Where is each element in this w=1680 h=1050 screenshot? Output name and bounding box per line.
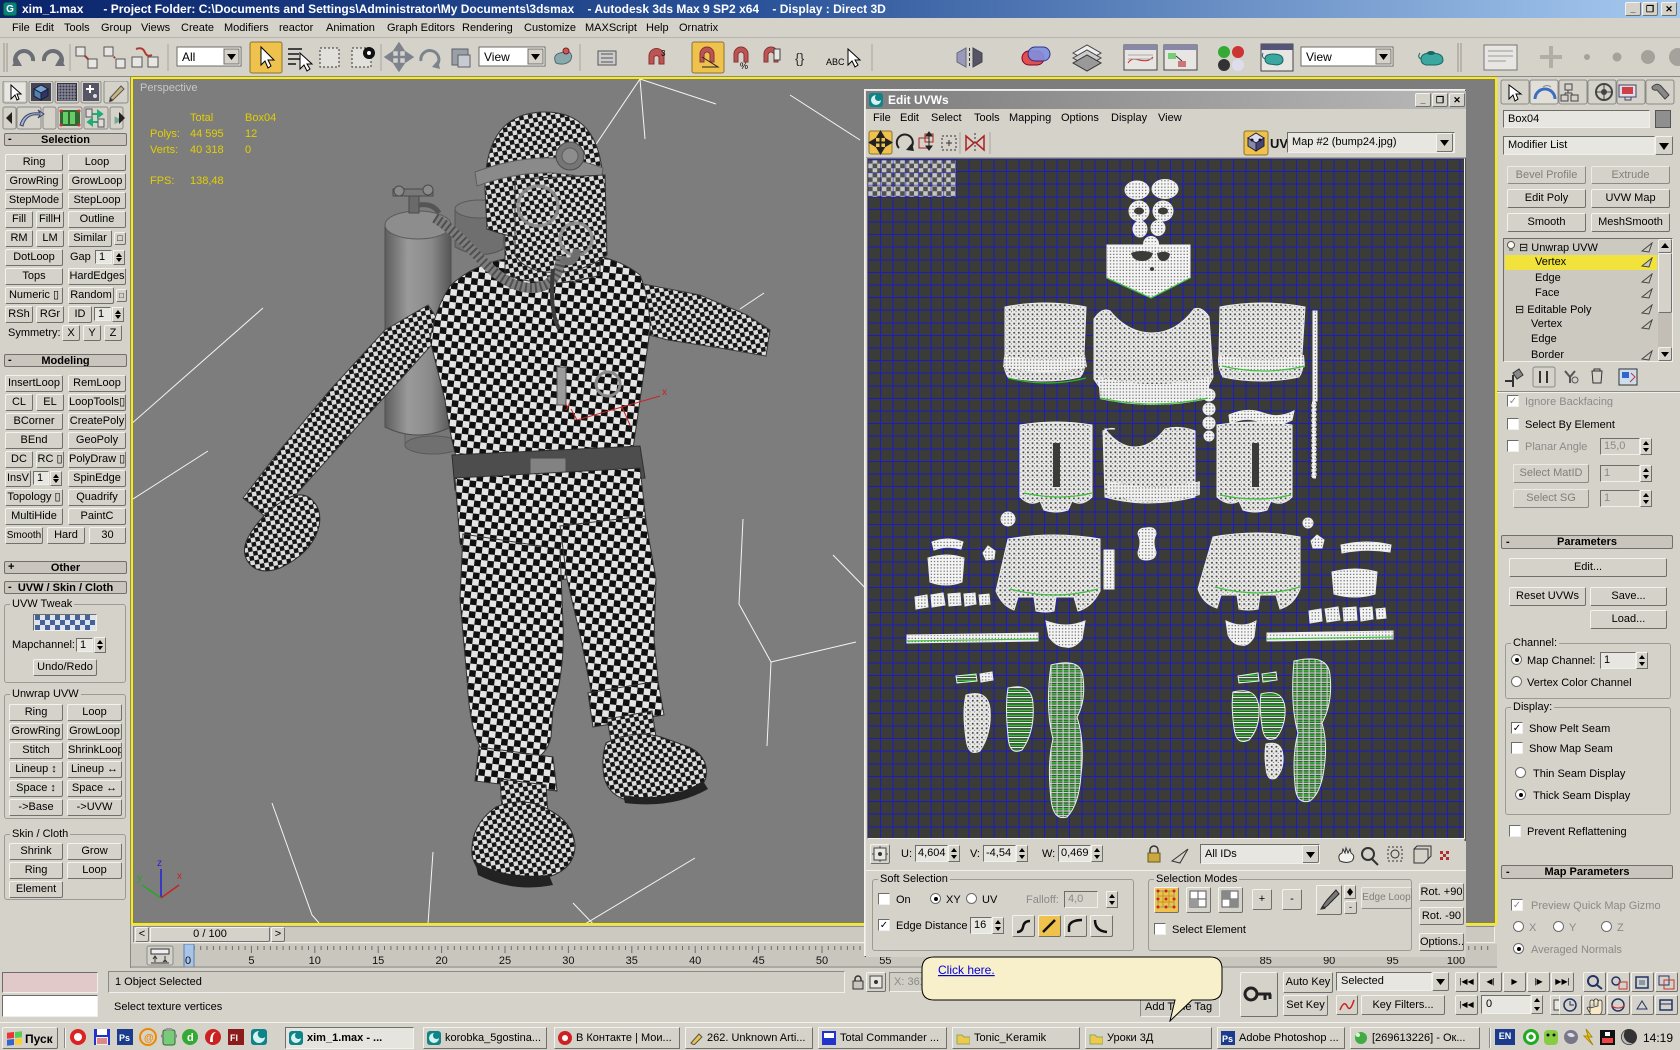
svg-text:y: y <box>565 400 570 411</box>
svg-text:40 318: 40 318 <box>190 144 224 156</box>
svg-text:Box04: Box04 <box>245 112 276 124</box>
svg-text:View: View <box>484 50 510 64</box>
svg-text:20: 20 <box>435 955 447 967</box>
svg-text:UV: UV <box>1270 136 1288 151</box>
svg-text:Ps: Ps <box>119 1033 130 1043</box>
svg-text:d: d <box>187 1032 194 1044</box>
svg-text:Ps: Ps <box>1222 1034 1233 1044</box>
svg-text:138,48: 138,48 <box>190 175 224 187</box>
svg-text:0: 0 <box>245 144 251 156</box>
svg-text:FPS:: FPS: <box>150 175 174 187</box>
svg-text:x: x <box>662 387 667 398</box>
svg-text:Fl: Fl <box>230 1033 238 1043</box>
svg-text:%: % <box>740 61 748 71</box>
svg-text:Polys:: Polys: <box>150 128 180 140</box>
svg-text:25: 25 <box>499 955 511 967</box>
svg-text:40: 40 <box>689 955 701 967</box>
svg-text:0: 0 <box>185 955 191 967</box>
svg-text:Total: Total <box>190 112 213 124</box>
svg-text:50: 50 <box>816 955 828 967</box>
svg-text:@: @ <box>144 1033 154 1044</box>
svg-text:3: 3 <box>661 49 666 58</box>
svg-text:44 595: 44 595 <box>190 128 224 140</box>
svg-text:z: z <box>157 858 162 869</box>
svg-text:x: x <box>177 871 182 882</box>
svg-text:10: 10 <box>309 955 321 967</box>
svg-text:30: 30 <box>562 955 574 967</box>
svg-text:{}: {} <box>795 50 805 66</box>
svg-text:12: 12 <box>245 128 257 140</box>
svg-text:Perspective: Perspective <box>140 82 197 94</box>
svg-text:5: 5 <box>248 955 254 967</box>
svg-text:ABC: ABC <box>826 57 845 67</box>
svg-text:35: 35 <box>626 955 638 967</box>
svg-text:Click here.: Click here. <box>938 963 995 977</box>
svg-text:15: 15 <box>372 955 384 967</box>
svg-text:All: All <box>182 50 195 64</box>
svg-text:45: 45 <box>752 955 764 967</box>
svg-text:View: View <box>1306 50 1332 64</box>
svg-text:Verts:: Verts: <box>150 144 178 156</box>
svg-text:y: y <box>137 873 142 884</box>
